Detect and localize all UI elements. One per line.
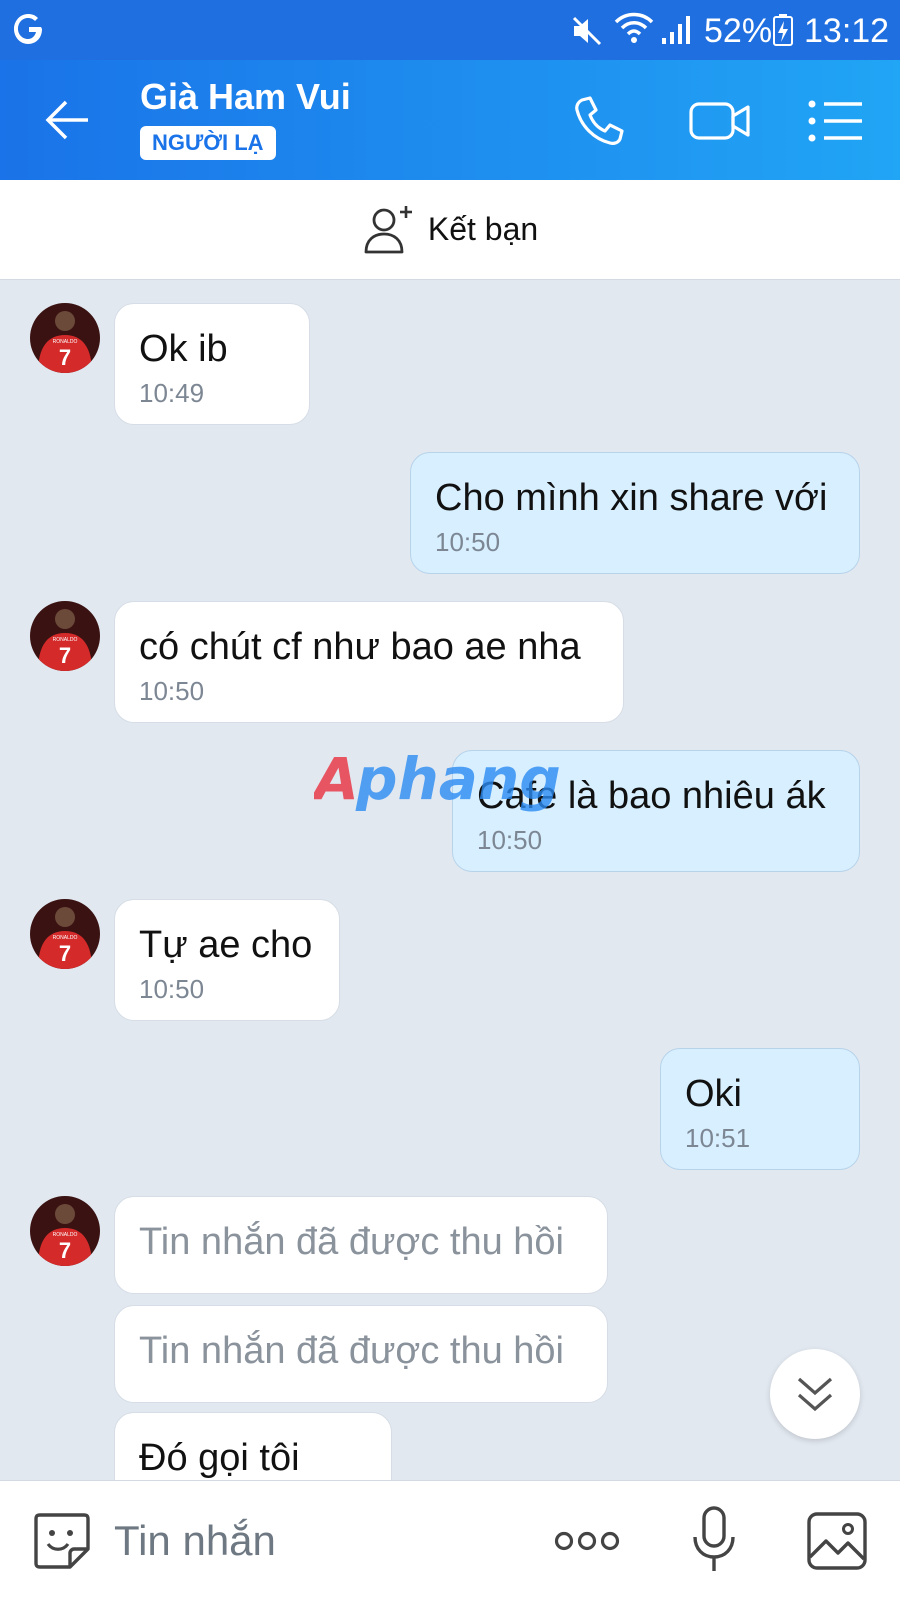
status-bar: 52% 13:12: [0, 0, 900, 60]
message-time: 10:50: [477, 825, 543, 855]
sticker-icon[interactable]: [32, 1511, 92, 1571]
signal-icon: [662, 16, 690, 44]
recalled-message-text: Tin nhắn đã được thu hồi: [139, 1221, 564, 1263]
add-friend-button[interactable]: Kết bạn: [0, 180, 900, 280]
message-bubble-incoming[interactable]: Ok ib 10:49: [114, 303, 310, 425]
add-person-icon: [364, 205, 412, 253]
message-input[interactable]: [114, 1509, 514, 1573]
recalled-message-bubble[interactable]: Tin nhắn đã được thu hồi: [114, 1305, 608, 1403]
contact-avatar[interactable]: [30, 1196, 100, 1266]
message-text: Đó gọi tôi: [139, 1437, 300, 1479]
battery-percent: 52%: [704, 12, 773, 50]
message-text: Oki: [685, 1073, 742, 1115]
message-bubble-incoming[interactable]: Đó gọi tôi: [114, 1412, 392, 1480]
watermark-logo: A phang: [314, 747, 561, 813]
message-text: có chút cf như bao ae nha: [139, 626, 581, 668]
contact-name[interactable]: Già Ham Vui: [140, 76, 351, 118]
svg-text:A: A: [314, 747, 359, 813]
add-friend-label: Kết bạn: [427, 211, 539, 247]
image-icon[interactable]: [806, 1511, 868, 1571]
contact-avatar[interactable]: [30, 601, 100, 671]
google-g-icon: [14, 14, 42, 44]
message-text: Cho mình xin share với: [435, 477, 828, 519]
scroll-to-bottom-button[interactable]: [770, 1349, 860, 1439]
message-bubble-incoming[interactable]: Tự ae cho 10:50: [114, 899, 340, 1021]
message-time: 10:50: [139, 974, 205, 1004]
chat-messages[interactable]: RONALDO 7 Ok ib 10:49 Cho mình xin share…: [0, 281, 900, 1480]
video-icon[interactable]: [688, 94, 752, 148]
message-composer: [0, 1480, 900, 1600]
chat-header: Già Ham Vui NGƯỜI LẠ: [0, 60, 900, 180]
status-time: 13:12: [804, 12, 890, 50]
stranger-badge: NGƯỜI LẠ: [140, 126, 276, 160]
svg-text:phang: phang: [355, 747, 561, 813]
contact-avatar[interactable]: [30, 303, 100, 373]
message-text: Tự ae cho: [139, 924, 313, 966]
menu-list-icon[interactable]: [808, 96, 864, 146]
message-time: 10:50: [435, 527, 501, 557]
microphone-icon[interactable]: [690, 1505, 738, 1575]
wifi-icon: [614, 12, 654, 43]
message-time: 10:50: [139, 676, 205, 706]
back-arrow-icon[interactable]: [40, 96, 92, 144]
message-bubble-outgoing[interactable]: Cho mình xin share với 10:50: [410, 452, 860, 574]
contact-avatar[interactable]: [30, 899, 100, 969]
message-text: Ok ib: [139, 328, 228, 370]
battery-icon: [773, 14, 793, 46]
recalled-message-bubble[interactable]: Tin nhắn đã được thu hồi: [114, 1196, 608, 1294]
message-time: 10:51: [685, 1123, 751, 1153]
recalled-message-text: Tin nhắn đã được thu hồi: [139, 1330, 564, 1372]
phone-icon[interactable]: [572, 94, 626, 148]
message-time: 10:49: [139, 378, 205, 408]
mute-icon: [572, 16, 602, 46]
more-dots-icon[interactable]: [554, 1529, 620, 1553]
message-bubble-incoming[interactable]: có chút cf như bao ae nha 10:50: [114, 601, 624, 723]
double-chevron-down-icon: [797, 1377, 833, 1412]
message-bubble-outgoing[interactable]: Oki 10:51: [660, 1048, 860, 1170]
